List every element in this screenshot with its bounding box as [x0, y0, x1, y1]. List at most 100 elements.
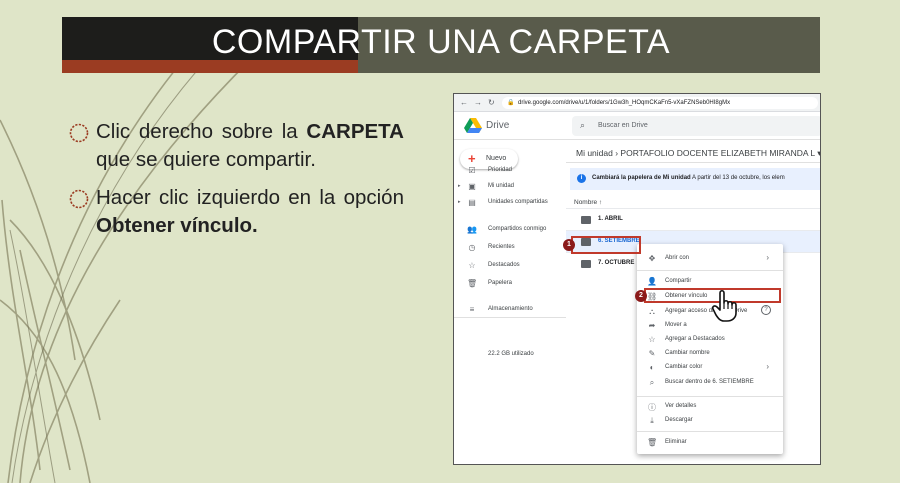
- reload-icon[interactable]: ↻: [488, 98, 495, 107]
- banner-text: Cambiará la papelera de Mi unidad A part…: [592, 175, 785, 181]
- sidebar-item-label: Destacados: [488, 262, 520, 268]
- hand-cursor-icon: [712, 289, 737, 322]
- details-icon: ⓘ: [648, 403, 656, 412]
- menu-item-label: Eliminar: [665, 439, 687, 445]
- priority-icon: ☑: [468, 166, 476, 175]
- lock-icon: 🔒: [507, 100, 515, 106]
- sidebar-item-label: Compartidos conmigo: [488, 226, 547, 232]
- expand-arrow-icon[interactable]: ▸: [458, 183, 461, 189]
- search-input[interactable]: ⌕ Buscar en Drive: [572, 116, 820, 136]
- sidebar-item-papelera[interactable]: 🗑 Papelera: [454, 277, 566, 291]
- sidebar-item-label: Papelera: [488, 280, 513, 286]
- menu-item-eliminar[interactable]: 🗑 Eliminar: [637, 436, 783, 450]
- new-button-label: Nuevo: [486, 155, 507, 162]
- trash-icon: 🗑: [467, 279, 478, 288]
- back-icon[interactable]: ←: [460, 98, 468, 107]
- menu-item-compartir[interactable]: 👤 Compartir: [637, 275, 783, 289]
- shared-with-me-icon: 👥: [467, 225, 477, 234]
- folder-icon: [581, 260, 591, 268]
- star-icon: ☆: [648, 335, 656, 344]
- sidebar-item-recientes[interactable]: ◷ Recientes: [454, 241, 566, 255]
- browser-toolbar: ← → ↻ 🔒 drive.google.com/drive/u/1/folde…: [454, 94, 820, 112]
- step-number-2: 2: [635, 290, 647, 302]
- download-icon: ⤓: [650, 416, 654, 425]
- storage-used: 22.2 GB utilizado: [488, 351, 534, 357]
- menu-item-label: Abrir con: [665, 255, 690, 261]
- menu-item-label: Cambiar nombre: [665, 350, 710, 356]
- drive-logo-icon: [464, 118, 482, 133]
- menu-item-label: Descargar: [665, 417, 693, 423]
- open-with-icon: ✥: [648, 254, 656, 263]
- shared-drives-icon: ▤: [468, 198, 476, 207]
- expand-arrow-icon[interactable]: ▸: [458, 199, 461, 205]
- menu-item-label: Mover a: [665, 322, 687, 328]
- breadcrumb-divider: [566, 162, 820, 163]
- menu-item-agregar-a-destacados[interactable]: ☆ Agregar a Destacados: [637, 333, 783, 347]
- menu-item-cambiar-nombre[interactable]: ✎ Cambiar nombre: [637, 347, 783, 361]
- menu-divider: [637, 431, 783, 432]
- sidebar-item-prioridad[interactable]: ☑ Prioridad: [454, 164, 566, 178]
- rename-icon: ✎: [648, 349, 656, 358]
- help-icon[interactable]: ?: [761, 305, 771, 315]
- menu-item-label: Ver detalles: [665, 403, 697, 409]
- recent-icon: ◷: [468, 243, 476, 252]
- menu-item-descargar[interactable]: ⤓ Descargar: [637, 414, 783, 428]
- sidebar-item-mi-unidad[interactable]: ▸ ▣ Mi unidad: [454, 180, 566, 194]
- folder-name: 1. ABRIL: [598, 216, 623, 222]
- menu-item-cambiar-color[interactable]: ◐ Cambiar color ›: [637, 361, 783, 375]
- bullet-circle-icon: [69, 189, 89, 209]
- folder-icon: [581, 216, 591, 224]
- menu-item-label: Compartir: [665, 278, 692, 284]
- color-icon: ◐: [649, 363, 655, 372]
- menu-item-mover-a[interactable]: ➦ Mover a: [637, 319, 783, 333]
- forward-icon[interactable]: →: [474, 98, 482, 107]
- menu-divider: [637, 396, 783, 397]
- folder-highlight-box: [571, 236, 641, 254]
- breadcrumb[interactable]: Mi unidad › PORTAFOLIO DOCENTE ELIZABETH…: [576, 148, 820, 159]
- menu-item-ver-detalles[interactable]: ⓘ Ver detalles: [637, 400, 783, 414]
- bullet-list: Clic derecho sobre la CARPETA que se qui…: [68, 118, 404, 250]
- search-icon: ⌕: [649, 378, 655, 387]
- column-header-name[interactable]: Nombre ↑: [574, 199, 602, 206]
- menu-divider: [637, 270, 783, 271]
- delete-icon: 🗑: [647, 438, 658, 447]
- sidebar-item-label: Prioridad: [488, 167, 513, 173]
- drive-screenshot: ← → ↻ 🔒 drive.google.com/drive/u/1/folde…: [453, 93, 821, 465]
- context-menu: ✥ Abrir con › 👤 Compartir ⛓ Obtener vínculo ⛬ Ag…: [637, 244, 783, 454]
- sidebar-item-compartidos-conmigo[interactable]: 👥 Compartidos conmigo: [454, 223, 566, 237]
- menu-item-abrir-con[interactable]: ✥ Abrir con ›: [637, 252, 783, 266]
- menu-item-label: Cambiar color: [665, 364, 703, 370]
- address-bar[interactable]: 🔒 drive.google.com/drive/u/1/folders/1Gw…: [502, 97, 818, 109]
- my-drive-icon: ▣: [468, 182, 476, 191]
- bullet-text: Clic derecho sobre la CARPETA que se qui…: [96, 120, 404, 171]
- menu-item-buscar-dentro-de-6-setiembre[interactable]: ⌕ Buscar dentro de 6. SETIEMBRE: [637, 376, 783, 390]
- sidebar-divider: [454, 317, 566, 318]
- sidebar-item-unidades-compartidas[interactable]: ▸ ▤ Unidades compartidas: [454, 196, 566, 210]
- title-bar: COMPARTIR UNA CARPETA: [62, 17, 820, 73]
- search-placeholder: Buscar en Drive: [598, 122, 648, 129]
- submenu-arrow-icon: ›: [766, 362, 769, 371]
- sidebar-item-destacados[interactable]: ☆ Destacados: [454, 259, 566, 273]
- sidebar-item-label: Mi unidad: [488, 183, 515, 189]
- drive-sidebar: + Nuevo ☑ Prioridad ▸ ▣ Mi unidad ▸ ▤ Unidades …: [454, 140, 566, 464]
- slide-title: COMPARTIR UNA CARPETA: [211, 23, 671, 61]
- sidebar-item-almacenamiento[interactable]: ≡ Almacenamiento: [454, 303, 566, 317]
- folder-row[interactable]: 1. ABRIL: [566, 208, 820, 230]
- bullet-item: Hacer clic izquierdo en la opción Obtene…: [68, 184, 404, 240]
- search-icon: ⌕: [580, 120, 586, 130]
- info-icon: i: [577, 174, 586, 183]
- bullet-circle-icon: [69, 123, 89, 143]
- sidebar-item-label: Unidades compartidas: [488, 199, 548, 205]
- bullet-text: Hacer clic izquierdo en la opción Obtene…: [96, 186, 404, 237]
- step-number-1: 1: [563, 239, 575, 251]
- folder-name: 7. OCTUBRE: [598, 260, 635, 266]
- submenu-arrow-icon: ›: [766, 253, 769, 262]
- menu-item-label: Buscar dentro de 6. SETIEMBRE: [665, 379, 754, 385]
- info-banner: i Cambiará la papelera de Mi unidad A pa…: [570, 168, 820, 190]
- sidebar-item-label: Recientes: [488, 244, 515, 250]
- drive-header: Drive ⌕ Buscar en Drive: [454, 112, 820, 140]
- add-shortcut-icon: ⛬: [649, 307, 655, 316]
- starred-icon: ☆: [468, 261, 476, 270]
- storage-icon: ≡: [469, 305, 475, 314]
- move-icon: ➦: [648, 321, 656, 330]
